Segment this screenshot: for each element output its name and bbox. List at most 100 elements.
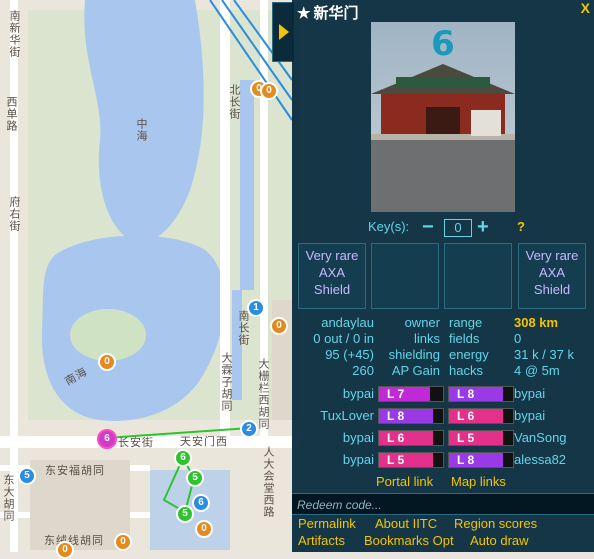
mod-slot-3[interactable] [444, 243, 512, 309]
star-icon[interactable]: ★ [297, 5, 310, 22]
map-label-road-7: 东安福胡同 [45, 464, 105, 477]
links-label: links [413, 331, 440, 346]
hacks-value: 4 @ 5m [514, 363, 560, 378]
map-label-road-9: 长安街 [118, 436, 154, 449]
resonator-bar-left: L 7 [378, 386, 444, 402]
resonator-bar-left: L 6 [378, 430, 444, 446]
resonator-owner-left[interactable]: bypai [343, 452, 374, 467]
portal-marker[interactable]: 2 [240, 420, 258, 438]
mod-name: AXA [318, 265, 345, 280]
resonator-owner-right[interactable]: alessa82 [514, 452, 566, 467]
mod-type: Shield [313, 282, 351, 297]
map-label-road-6: 西单路 [5, 96, 18, 132]
redeem-code-input[interactable]: Redeem code... [292, 493, 594, 515]
resonator-owner-right[interactable]: bypai [514, 408, 545, 423]
mod-rarity: Very rare [305, 248, 359, 263]
range-label: range [449, 315, 483, 330]
portal-title-text: 新华门 [313, 5, 359, 22]
portal-marker[interactable]: 5 [186, 469, 204, 487]
portal-marker[interactable]: 0 [114, 533, 132, 551]
range-value: 308 km [514, 315, 559, 330]
energy-label: energy [449, 347, 489, 362]
mod-type: Shield [533, 282, 571, 297]
auto-draw-link[interactable]: Auto draw [470, 533, 529, 548]
mod-slot-1[interactable]: Very rare AXA Shield [298, 243, 366, 309]
resonator-level-label: L 5 [387, 453, 405, 467]
mod-slot-2[interactable] [371, 243, 439, 309]
artifacts-link[interactable]: Artifacts [298, 533, 345, 548]
map-label-road-1: 大霖子胡同 [220, 352, 233, 412]
portal-marker[interactable]: 0 [98, 353, 116, 371]
selected-portal-marker[interactable]: 6 [97, 429, 117, 449]
resonator-level-label: L 5 [457, 431, 475, 445]
resonator-bar-right: L 6 [448, 408, 514, 424]
resonator-owner-left[interactable]: TuxLover [320, 408, 374, 423]
portal-marker[interactable]: 6 [174, 449, 192, 467]
permalink-link[interactable]: Permalink [298, 516, 356, 531]
resonator-level-label: L 6 [387, 431, 405, 445]
resonator-level-label: L 8 [387, 409, 405, 423]
energy-value: 31 k / 37 k [514, 347, 574, 362]
mod-name: AXA [538, 265, 565, 280]
mod-rarity: Very rare [525, 248, 579, 263]
portal-photo[interactable]: 6 [371, 22, 515, 212]
resonator-level-label: L 7 [387, 387, 405, 401]
keys-increment-button[interactable]: + [477, 216, 489, 239]
portal-marker[interactable]: 5 [176, 505, 194, 523]
portal-marker[interactable]: 0 [195, 520, 213, 538]
portal-marker[interactable]: 0 [56, 541, 74, 559]
resonator-bar-right: L 8 [448, 386, 514, 402]
resonator-level-label: L 6 [457, 409, 475, 423]
resonator-owner-left[interactable]: bypai [343, 386, 374, 401]
owner-value[interactable]: andaylau [321, 315, 374, 330]
map-label-road-11: 人大会堂西路 [262, 446, 275, 518]
close-button[interactable]: X [581, 0, 590, 16]
map-label-road-12: 东大胡同 [2, 474, 15, 522]
keys-decrement-button[interactable]: − [422, 216, 434, 239]
links-value: 0 out / 0 in [313, 331, 374, 346]
apgain-label: AP Gain [391, 363, 440, 378]
portal-marker[interactable]: 0 [260, 82, 278, 100]
resonator-bar-left: L 8 [378, 408, 444, 424]
portal-level: 6 [431, 24, 455, 64]
keys-label: Key(s): [368, 219, 410, 234]
region-scores-link[interactable]: Region scores [454, 516, 537, 531]
mod-slot-4[interactable]: Very rare AXA Shield [518, 243, 586, 309]
shielding-value: 95 (+45) [325, 347, 374, 362]
resonator-bar-left: L 5 [378, 452, 444, 468]
portal-link[interactable]: Portal link [376, 474, 433, 489]
resonator-level-label: L 8 [457, 387, 475, 401]
owner-label: owner [404, 315, 440, 330]
resonator-owner-right[interactable]: VanSong [514, 430, 567, 445]
fields-label: fields [449, 331, 480, 346]
arrow-right-icon [279, 24, 289, 40]
resonator-owner-left[interactable]: bypai [343, 430, 374, 445]
resonator-bar-right: L 8 [448, 452, 514, 468]
portal-title: ★ 新华门 [297, 2, 358, 23]
portal-marker[interactable]: 0 [270, 317, 288, 335]
map-label-road-10: 天安门西 [180, 435, 228, 448]
sidebar-toggle-button[interactable] [272, 2, 294, 62]
apgain-value: 260 [352, 363, 374, 378]
keys-count-input[interactable]: 0 [444, 219, 472, 237]
portal-marker[interactable]: 5 [18, 467, 36, 485]
portal-details-panel: ★ 新华门 X 6 Key(s): − 0 + ? Very rare AXA … [292, 0, 594, 552]
portal-marker[interactable]: 1 [247, 299, 265, 317]
resonator-level-label: L 8 [457, 453, 475, 467]
map-label-road-4: 南新华街 [8, 10, 21, 58]
map-label-road-0: 北长街 [228, 84, 241, 120]
map-label-road-5: 府右街 [8, 196, 21, 232]
map-label-road-3: 大栅栏西胡同 [257, 358, 270, 430]
map-links-link[interactable]: Map links [451, 474, 506, 489]
hacks-label: hacks [449, 363, 483, 378]
map-label-zhonghai: 中海 [135, 118, 148, 142]
shielding-label: shielding [388, 347, 440, 362]
portal-marker[interactable]: 6 [192, 494, 210, 512]
fields-value: 0 [514, 331, 522, 346]
map-label-road-2: 南长街 [237, 310, 250, 346]
keys-help-link[interactable]: ? [517, 219, 525, 234]
map-label-road-8: 东绒线胡同 [44, 534, 104, 547]
resonator-owner-right[interactable]: bypai [514, 386, 545, 401]
bookmarks-opt-link[interactable]: Bookmarks Opt [364, 533, 454, 548]
about-iitc-link[interactable]: About IITC [375, 516, 437, 531]
